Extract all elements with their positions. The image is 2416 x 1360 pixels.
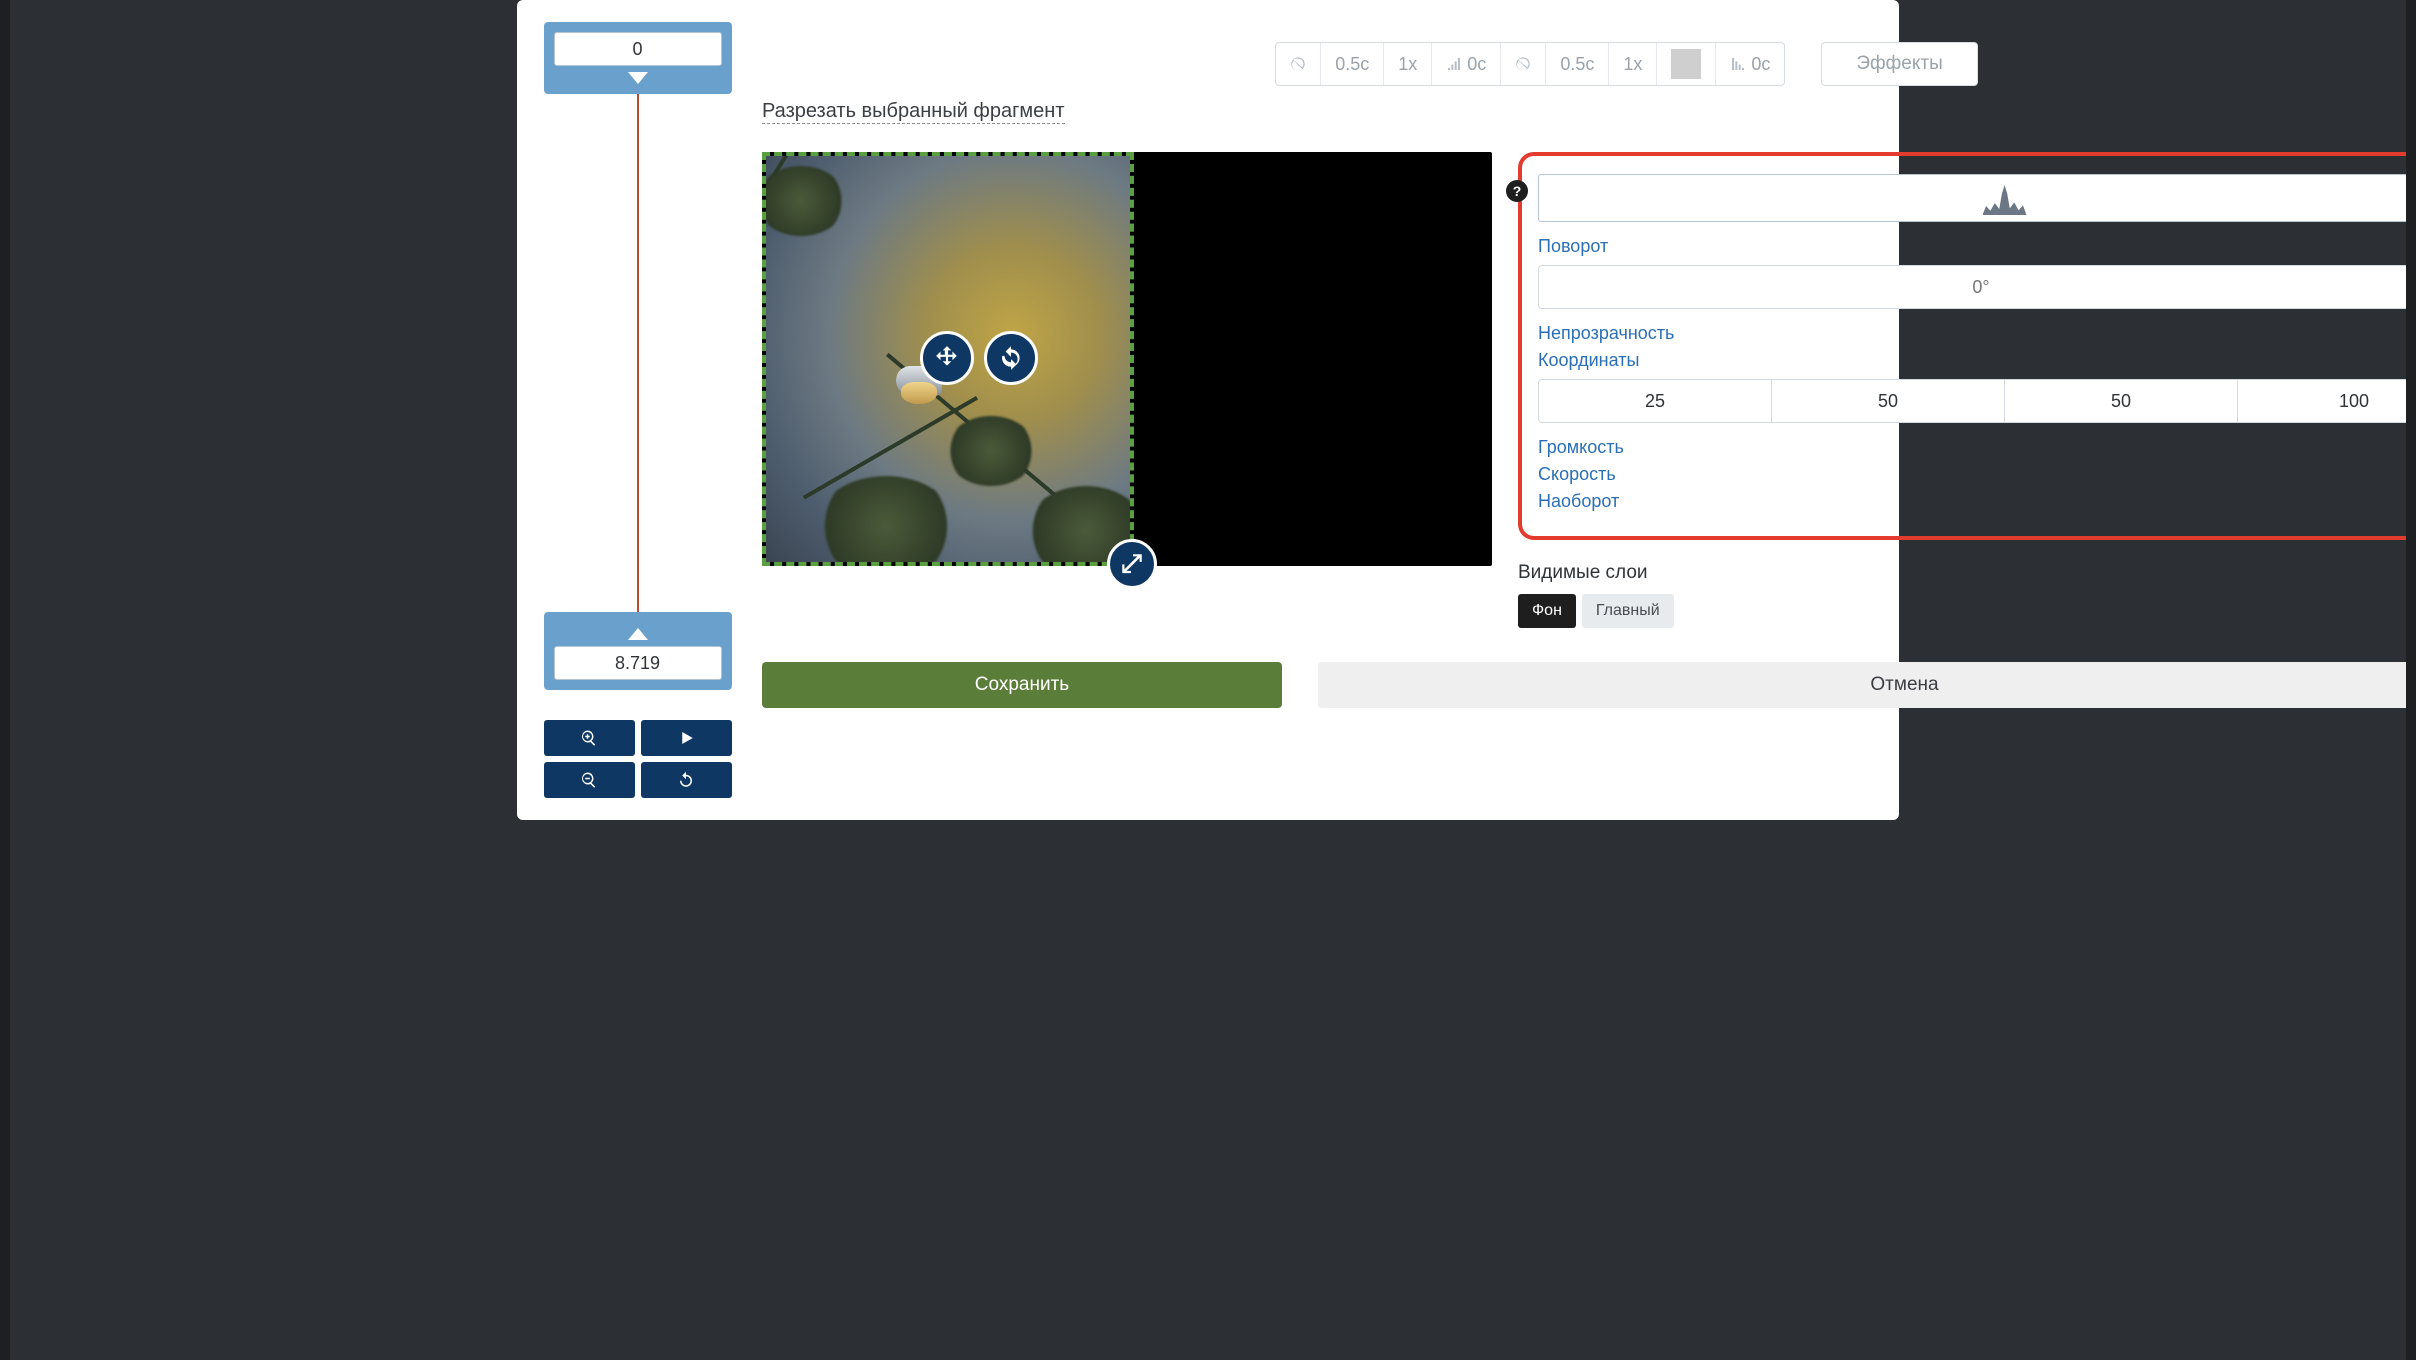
- play-button[interactable]: [641, 720, 732, 756]
- chevron-down-icon: [628, 72, 648, 84]
- editor-window: 0.5с 1x 0с 0.5с 1x 0с Эффекты Разрезать …: [517, 0, 1899, 820]
- play-icon: [677, 729, 695, 747]
- prohibit-icon: [1290, 56, 1306, 72]
- rotate-icon: [998, 345, 1024, 371]
- help-badge[interactable]: ?: [1506, 180, 1528, 202]
- coords-label[interactable]: Координаты: [1538, 350, 2416, 371]
- rotation-input[interactable]: [1538, 265, 2416, 309]
- timeline-track[interactable]: [637, 94, 639, 612]
- coords-row: [1538, 379, 2416, 423]
- footer-buttons: Сохранить Отмена: [762, 662, 2416, 708]
- move-icon: [934, 345, 960, 371]
- coord-y1-input[interactable]: [1772, 379, 2005, 423]
- layer-bg-button[interactable]: Фон: [1518, 594, 1576, 628]
- timeline-end-cap[interactable]: [544, 612, 732, 690]
- transition-in-group: 0.5с 1x 0с 0.5с 1x 0с: [1275, 42, 1785, 86]
- no-transition-a[interactable]: [1276, 43, 1321, 85]
- timeline-start-input[interactable]: [554, 32, 722, 66]
- resize-handle[interactable]: [1107, 539, 1157, 589]
- bars-asc-icon: [1446, 56, 1462, 72]
- move-handle[interactable]: [920, 331, 974, 385]
- coord-x2-input[interactable]: [2005, 379, 2238, 423]
- timeline-controls: [544, 720, 732, 798]
- coord-x1-input[interactable]: [1538, 379, 1772, 423]
- timeline-column: [535, 22, 740, 798]
- top-toolbar: 0.5с 1x 0с 0.5с 1x 0с Эффекты: [762, 42, 2416, 86]
- speed-a[interactable]: 1x: [1384, 43, 1432, 85]
- properties-panel: ? Поворот Непрозрачность Координаты: [1518, 152, 2416, 540]
- cut-fragment-link[interactable]: Разрезать выбранный фрагмент: [762, 100, 1065, 124]
- reverse-label[interactable]: Наоборот: [1538, 491, 2416, 512]
- stage-row: ? Поворот Непрозрачность Координаты: [762, 152, 2416, 628]
- zoom-in-icon: [580, 729, 598, 747]
- zoom-out-button[interactable]: [544, 762, 635, 798]
- resize-icon: [1119, 551, 1145, 577]
- zoom-in-button[interactable]: [544, 720, 635, 756]
- layer-thumbnail[interactable]: [1538, 174, 2416, 222]
- coord-y2-input[interactable]: [2238, 379, 2416, 423]
- canvas[interactable]: [762, 152, 1492, 566]
- cancel-button[interactable]: Отмена: [1318, 662, 2416, 708]
- duration-b[interactable]: 0.5с: [1546, 43, 1609, 85]
- layers-title: Видимые слои: [1518, 562, 2416, 584]
- fade-b[interactable]: 0с: [1716, 43, 1784, 85]
- fade-a[interactable]: 0с: [1432, 43, 1501, 85]
- duration-a[interactable]: 0.5с: [1321, 43, 1384, 85]
- main-column: 0.5с 1x 0с 0.5с 1x 0с Эффекты Разрезать …: [740, 22, 2416, 798]
- swatch-icon: [1671, 49, 1701, 79]
- reload-icon: [677, 771, 695, 789]
- prohibit-icon: [1515, 56, 1531, 72]
- reload-button[interactable]: [641, 762, 732, 798]
- layers-row: Фон Главный: [1518, 594, 2416, 628]
- volume-label[interactable]: Громкость: [1538, 437, 2416, 458]
- color-swatch[interactable]: [1657, 43, 1716, 85]
- chevron-up-icon: [628, 628, 648, 640]
- rotate-handle[interactable]: [984, 331, 1038, 385]
- rotation-label[interactable]: Поворот: [1538, 236, 2416, 257]
- silhouette-icon: [1983, 185, 2027, 215]
- speed-label[interactable]: Скорость: [1538, 464, 2416, 485]
- canvas-area: [762, 152, 1492, 566]
- effects-button[interactable]: Эффекты: [1821, 42, 1977, 86]
- opacity-label[interactable]: Непрозрачность: [1538, 323, 2416, 344]
- no-transition-b[interactable]: [1501, 43, 1546, 85]
- properties-column: ? Поворот Непрозрачность Координаты: [1518, 152, 2416, 628]
- zoom-out-icon: [580, 771, 598, 789]
- bars-desc-icon: [1730, 56, 1746, 72]
- timeline-end-input[interactable]: [554, 646, 722, 680]
- layer-main-button[interactable]: Главный: [1582, 594, 1674, 628]
- save-button[interactable]: Сохранить: [762, 662, 1282, 708]
- speed-b[interactable]: 1x: [1609, 43, 1657, 85]
- timeline-start-cap[interactable]: [544, 22, 732, 94]
